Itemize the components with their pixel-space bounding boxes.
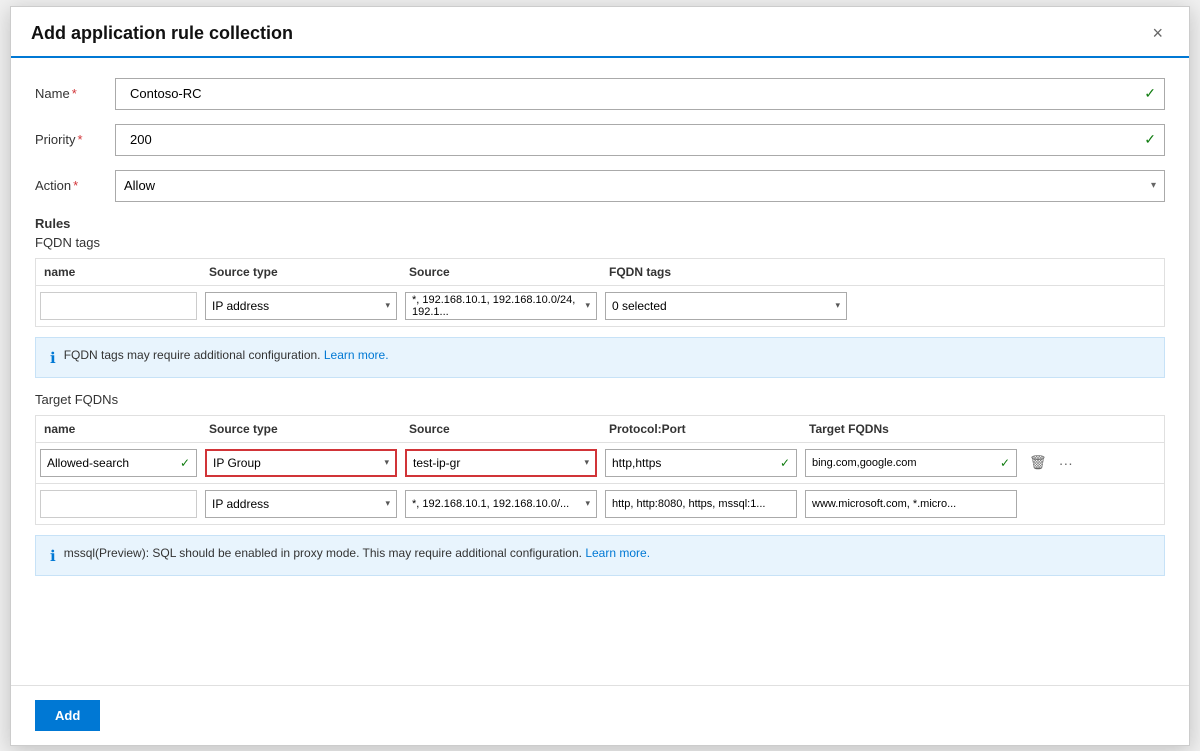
name-row: Name* ✓: [35, 78, 1165, 110]
action-label: Action*: [35, 178, 115, 193]
target-row2-protocol-cell: http, http:8080, https, mssql:1...: [601, 488, 801, 520]
fqdn-tags-table: name Source type Source FQDN tags IP add…: [35, 258, 1165, 327]
rules-section-label: Rules: [35, 216, 1165, 231]
fqdn-row-tags-cell: 0 selected ▾: [601, 290, 851, 322]
target-row2-actions-cell: [1021, 502, 1081, 506]
fqdn-tags-label: FQDN tags: [35, 235, 1165, 250]
delete-row1-button[interactable]: 🗑: [1025, 452, 1051, 473]
target-row2-protocol-select[interactable]: http, http:8080, https, mssql:1...: [605, 490, 797, 518]
target-row1-name-cell: Allowed-search ✓: [36, 447, 201, 479]
fqdn-source-type-chevron-icon: ▾: [385, 300, 390, 311]
name-check-icon: ✓: [1144, 85, 1156, 102]
target-row1-protocol-select[interactable]: http,https ✓: [605, 449, 797, 477]
target-row1-actions-cell: 🗑 ···: [1021, 450, 1081, 475]
name-label: Name*: [35, 86, 115, 101]
target-row2-source-type-chevron-icon: ▾: [385, 498, 390, 509]
more-row1-button[interactable]: ···: [1055, 453, 1077, 473]
target-col-name: name: [36, 422, 201, 436]
fqdn-learn-more-link[interactable]: Learn more.: [324, 348, 389, 362]
target-row2-source-cell: *, 192.168.10.1, 192.168.10.0/... ▾: [401, 488, 601, 520]
priority-input-wrapper: ✓: [115, 124, 1165, 156]
fqdn-source-select[interactable]: *, 192.168.10.1, 192.168.10.0/24, 192.1.…: [405, 292, 597, 320]
priority-row: Priority* ✓: [35, 124, 1165, 156]
target-info-banner: ℹ mssql(Preview): SQL should be enabled …: [35, 535, 1165, 576]
target-col-actions: [1021, 422, 1081, 436]
target-row2-fqdns-input[interactable]: www.microsoft.com, *.micro...: [805, 490, 1017, 518]
priority-label: Priority*: [35, 132, 115, 147]
target-row1-fqdns-check-icon: ✓: [1000, 456, 1010, 470]
priority-check-icon: ✓: [1144, 131, 1156, 148]
fqdn-source-chevron-icon: ▾: [585, 300, 590, 311]
target-row1-source-chevron-icon: ▾: [584, 457, 589, 468]
target-row1-source-type-select[interactable]: IP Group ▾: [205, 449, 397, 477]
target-fqdns-table: name Source type Source Protocol:Port Ta…: [35, 415, 1165, 525]
target-col-source-type: Source type: [201, 422, 401, 436]
target-row1-protocol-check-icon: ✓: [780, 456, 790, 470]
fqdn-info-icon: ℹ: [50, 349, 56, 367]
fqdn-source-type-select[interactable]: IP address ▾: [205, 292, 397, 320]
target-row-1: Allowed-search ✓ IP Group ▾ test-ip-gr ▾: [36, 443, 1164, 484]
target-col-source: Source: [401, 422, 601, 436]
fqdn-row-source-cell: *, 192.168.10.1, 192.168.10.0/24, 192.1.…: [401, 290, 601, 322]
priority-input[interactable]: [124, 125, 1140, 155]
target-info-icon: ℹ: [50, 547, 56, 565]
modal-footer: Add: [11, 685, 1189, 745]
target-row1-source-select[interactable]: test-ip-gr ▾: [405, 449, 597, 477]
fqdn-tags-row: IP address ▾ *, 192.168.10.1, 192.168.10…: [36, 286, 1164, 326]
target-row1-check-icon: ✓: [180, 456, 190, 470]
target-row-2: IP address ▾ *, 192.168.10.1, 192.168.10…: [36, 484, 1164, 524]
target-fqdns-label: Target FQDNs: [35, 392, 1165, 407]
target-row2-source-type-select[interactable]: IP address ▾: [205, 490, 397, 518]
action-select[interactable]: Allow ▾: [115, 170, 1165, 202]
target-row2-name-cell: [36, 488, 201, 520]
fqdn-col-tags: FQDN tags: [601, 265, 851, 279]
target-row1-source-cell: test-ip-gr ▾: [401, 447, 601, 479]
fqdn-tags-select[interactable]: 0 selected ▾: [605, 292, 847, 320]
action-chevron-icon: ▾: [1151, 180, 1156, 191]
target-row1-protocol-cell: http,https ✓: [601, 447, 801, 479]
modal-body: Name* ✓ Priority* ✓ Action* Allow: [11, 58, 1189, 685]
target-row1-source-type-cell: IP Group ▾: [201, 447, 401, 479]
target-row2-name-input[interactable]: [40, 490, 197, 518]
target-row1-fqdns-cell: bing.com,google.com ✓: [801, 447, 1021, 479]
add-button[interactable]: Add: [35, 700, 100, 731]
target-row1-source-type-chevron-icon: ▾: [384, 457, 389, 468]
fqdn-col-source: Source: [401, 265, 601, 279]
name-input-wrapper: ✓: [115, 78, 1165, 110]
close-button[interactable]: ×: [1146, 21, 1169, 46]
modal-header: Add application rule collection ×: [11, 7, 1189, 58]
target-fqdns-header: name Source type Source Protocol:Port Ta…: [36, 416, 1164, 443]
fqdn-tags-chevron-icon: ▾: [835, 300, 840, 311]
target-learn-more-link[interactable]: Learn more.: [585, 546, 650, 560]
name-input[interactable]: [124, 79, 1140, 109]
fqdn-col-source-type: Source type: [201, 265, 401, 279]
fqdn-tags-header: name Source type Source FQDN tags: [36, 259, 1164, 286]
target-row1-fqdns-input[interactable]: bing.com,google.com ✓: [805, 449, 1017, 477]
target-row2-source-chevron-icon: ▾: [585, 498, 590, 509]
modal-title: Add application rule collection: [31, 23, 293, 44]
fqdn-row-name-cell: [36, 290, 201, 322]
target-col-protocol: Protocol:Port: [601, 422, 801, 436]
modal-container: Add application rule collection × Name* …: [10, 6, 1190, 746]
fqdn-info-banner: ℹ FQDN tags may require additional confi…: [35, 337, 1165, 378]
fqdn-col-name: name: [36, 265, 201, 279]
target-col-fqdns: Target FQDNs: [801, 422, 1021, 436]
target-row1-name-select[interactable]: Allowed-search ✓: [40, 449, 197, 477]
target-row2-fqdns-cell: www.microsoft.com, *.micro...: [801, 488, 1021, 520]
target-row2-source-type-cell: IP address ▾: [201, 488, 401, 520]
fqdn-row-name-input[interactable]: [40, 292, 197, 320]
fqdn-row-source-type-cell: IP address ▾: [201, 290, 401, 322]
action-row: Action* Allow ▾: [35, 170, 1165, 202]
target-row2-source-select[interactable]: *, 192.168.10.1, 192.168.10.0/... ▾: [405, 490, 597, 518]
